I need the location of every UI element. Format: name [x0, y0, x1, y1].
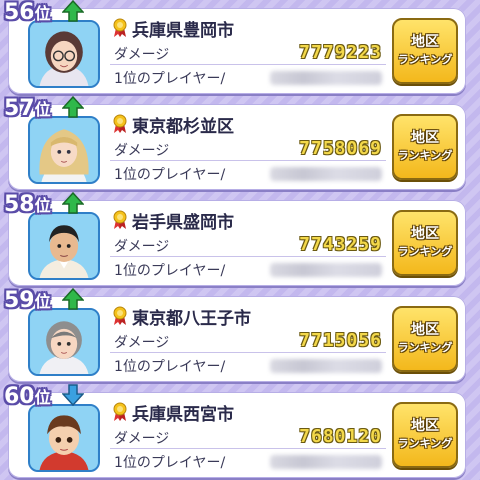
player-avatar: [28, 20, 100, 88]
button-line1: 地区: [411, 130, 439, 146]
rank-label: 57位: [4, 96, 51, 124]
rank-suffix: 位: [34, 4, 51, 23]
top-player-label: 1位のプレイヤー/: [114, 71, 226, 87]
district-ranking-button[interactable]: 地区 ランキング: [392, 402, 458, 468]
city-name: 東京都八王子市: [132, 309, 251, 329]
rank-suffix: 位: [34, 196, 51, 215]
damage-label: ダメージ: [114, 47, 170, 63]
rank-suffix: 位: [34, 388, 51, 407]
top-player-row: 1位のプレイヤー/: [110, 258, 386, 280]
player-avatar: [28, 212, 100, 280]
rank-number: 57: [4, 96, 35, 121]
rank-suffix: 位: [34, 292, 51, 311]
damage-value: 7743259: [299, 234, 382, 255]
rank-down-arrow-icon: [61, 384, 85, 407]
player-avatar: [28, 116, 100, 184]
top-player-row: 1位のプレイヤー/: [110, 162, 386, 184]
damage-row: ダメージ 7779223: [110, 42, 386, 65]
rank-label: 58位: [4, 192, 51, 220]
city-name: 岩手県盛岡市: [132, 213, 234, 233]
top-player-row: 1位のプレイヤー/: [110, 354, 386, 376]
button-line2: ランキング: [397, 53, 453, 66]
medal-icon: [112, 402, 128, 422]
medal-icon: [112, 306, 128, 326]
button-line1: 地区: [411, 418, 439, 434]
blurred-player-name: [270, 455, 382, 469]
rank-number: 59: [4, 288, 35, 313]
top-player-label: 1位のプレイヤー/: [114, 455, 226, 471]
damage-label: ダメージ: [114, 239, 170, 255]
damage-row: ダメージ 7743259: [110, 234, 386, 257]
city-name: 兵庫県西宮市: [132, 405, 234, 425]
rank-label: 60位: [4, 384, 51, 412]
medal-icon: [112, 114, 128, 134]
button-line2: ランキング: [397, 341, 453, 354]
damage-value: 7715056: [299, 330, 382, 351]
top-player-row: 1位のプレイヤー/: [110, 450, 386, 472]
damage-value: 7680120: [299, 426, 382, 447]
rank-up-arrow-icon: [61, 95, 85, 118]
medal-icon: [112, 18, 128, 38]
rank-suffix: 位: [34, 100, 51, 119]
blurred-player-name: [270, 359, 382, 373]
damage-row: ダメージ 7680120: [110, 426, 386, 449]
rank-number: 58: [4, 192, 35, 217]
district-ranking-button[interactable]: 地区 ランキング: [392, 210, 458, 276]
button-line1: 地区: [411, 226, 439, 242]
button-line2: ランキング: [397, 245, 453, 258]
top-player-label: 1位のプレイヤー/: [114, 167, 226, 183]
ranking-list: 兵庫県豊岡市 ダメージ 7779223 1位のプレイヤー/ 地区 ランキング 5…: [0, 0, 480, 480]
rank-number: 56: [4, 0, 35, 25]
blurred-player-name: [270, 263, 382, 277]
damage-value: 7758069: [299, 138, 382, 159]
rank-label: 59位: [4, 288, 51, 316]
top-player-row: 1位のプレイヤー/: [110, 66, 386, 88]
damage-label: ダメージ: [114, 143, 170, 159]
blurred-player-name: [270, 167, 382, 181]
button-line1: 地区: [411, 34, 439, 50]
district-ranking-button[interactable]: 地区 ランキング: [392, 306, 458, 372]
rank-up-arrow-icon: [61, 287, 85, 310]
rank-up-arrow-icon: [61, 0, 85, 22]
city-name: 兵庫県豊岡市: [132, 21, 234, 41]
player-avatar: [28, 404, 100, 472]
district-ranking-button[interactable]: 地区 ランキング: [392, 18, 458, 84]
rank-up-arrow-icon: [61, 191, 85, 214]
player-avatar: [28, 308, 100, 376]
blurred-player-name: [270, 71, 382, 85]
district-ranking-button[interactable]: 地区 ランキング: [392, 114, 458, 180]
medal-icon: [112, 210, 128, 230]
top-player-label: 1位のプレイヤー/: [114, 263, 226, 279]
damage-label: ダメージ: [114, 335, 170, 351]
button-line2: ランキング: [397, 437, 453, 450]
damage-label: ダメージ: [114, 431, 170, 447]
button-line2: ランキング: [397, 149, 453, 162]
damage-row: ダメージ 7758069: [110, 138, 386, 161]
damage-value: 7779223: [299, 42, 382, 63]
rank-label: 56位: [4, 0, 51, 28]
button-line1: 地区: [411, 322, 439, 338]
top-player-label: 1位のプレイヤー/: [114, 359, 226, 375]
rank-number: 60: [4, 384, 35, 409]
city-name: 東京都杉並区: [132, 117, 234, 137]
damage-row: ダメージ 7715056: [110, 330, 386, 353]
